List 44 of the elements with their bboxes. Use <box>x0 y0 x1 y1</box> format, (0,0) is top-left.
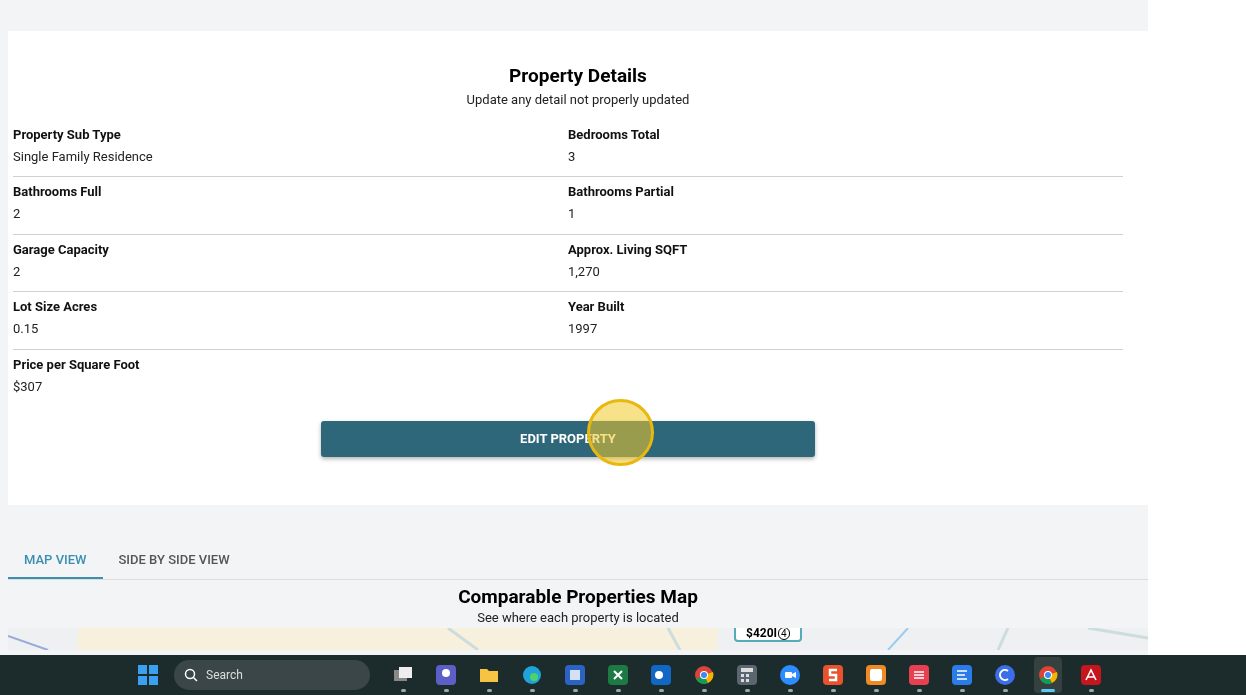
view-tab[interactable]: SIDE BY SIDE VIEW <box>102 543 246 579</box>
app-icon <box>994 664 1016 686</box>
field-label: Property Sub Type <box>13 125 122 144</box>
field-value: $307 <box>13 377 44 396</box>
field-value: 2 <box>13 262 22 281</box>
browser-icon <box>693 664 715 686</box>
field-value: 3 <box>568 147 577 166</box>
field-value: Single Family Residence <box>13 147 154 166</box>
search-icon <box>184 668 198 682</box>
field-value: 1,270 <box>568 262 601 281</box>
field-value: 1 <box>568 205 577 223</box>
section-subtitle: Update any detail not properly updated <box>466 91 690 109</box>
field-label: Bathrooms Full <box>13 183 103 201</box>
browser-icon <box>521 664 543 686</box>
section-title: Property Details <box>509 64 647 88</box>
field-value: 0.15 <box>13 320 40 338</box>
windows-logo-icon[interactable] <box>137 664 159 686</box>
browser-icon <box>1037 664 1059 686</box>
field-label: Bedrooms Total <box>568 125 661 144</box>
mail-icon <box>650 664 672 686</box>
section-title: Comparable Properties Map <box>458 585 698 609</box>
app-icon <box>865 664 887 686</box>
field-label: Year Built <box>568 298 626 316</box>
section-subtitle: See where each property is located <box>477 609 679 627</box>
field-label: Lot Size Acres <box>13 298 99 316</box>
field-label: Price per Square Foot <box>13 355 141 374</box>
spreadsheet-icon <box>607 664 629 686</box>
calculator-icon <box>736 664 758 686</box>
people-icon <box>435 664 457 686</box>
field-value: 1997 <box>568 320 599 338</box>
field-label: Approx. Living SQFT <box>568 240 689 259</box>
field-label: Garage Capacity <box>13 240 110 259</box>
field-value: 2 <box>13 205 22 223</box>
field-label: Bathrooms Partial <box>568 183 675 201</box>
pdf-icon <box>1080 664 1102 686</box>
app-icon <box>908 664 930 686</box>
marker-count: 4 <box>778 628 790 640</box>
taskbar-search[interactable]: Search <box>174 660 370 690</box>
notes-icon <box>951 664 973 686</box>
video-icon <box>779 664 801 686</box>
taskbar-app[interactable] <box>1034 657 1062 693</box>
search-label: Search <box>206 667 243 684</box>
app-icon <box>822 664 844 686</box>
document-icon <box>564 664 586 686</box>
